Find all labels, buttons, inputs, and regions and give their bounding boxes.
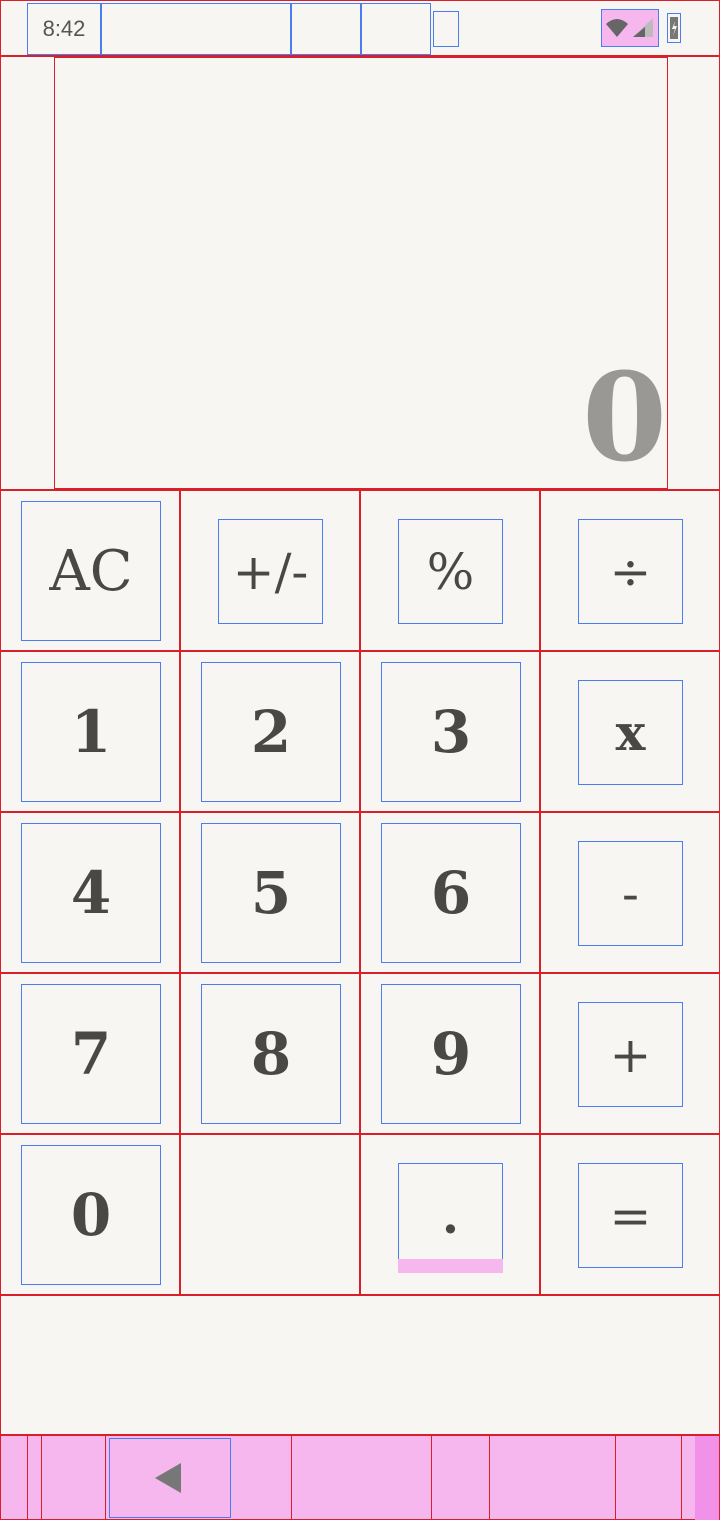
empty-area xyxy=(0,1295,720,1435)
key-cell: AC xyxy=(0,490,180,651)
digit-4-button[interactable]: 4 xyxy=(21,823,161,963)
wifi-icon xyxy=(606,19,628,37)
key-cell: +/- xyxy=(180,490,360,651)
digit-5-button[interactable]: 5 xyxy=(201,823,341,963)
key-cell: 7 xyxy=(0,973,180,1134)
status-slot xyxy=(433,11,459,47)
key-cell: 1 xyxy=(0,651,180,812)
nav-divider xyxy=(105,1436,106,1520)
key-cell: x xyxy=(540,651,720,812)
key-cell: 0 xyxy=(0,1134,180,1295)
add-button[interactable]: + xyxy=(578,1002,683,1107)
nav-divider xyxy=(291,1436,292,1520)
digit-1-button[interactable]: 1 xyxy=(21,662,161,802)
status-slot xyxy=(291,3,361,55)
nav-edge xyxy=(695,1436,719,1520)
key-cell: 3 xyxy=(360,651,540,812)
nav-divider xyxy=(615,1436,616,1520)
status-slot xyxy=(361,3,431,55)
key-cell: - xyxy=(540,812,720,973)
key-cell: 9 xyxy=(360,973,540,1134)
key-cell: % xyxy=(360,490,540,651)
navigation-bar xyxy=(0,1435,720,1520)
key-cell: 2 xyxy=(180,651,360,812)
nav-divider xyxy=(489,1436,490,1520)
keypad: AC +/- % ÷ 1 2 3 x 4 5 6 - 7 8 9 + 0 . = xyxy=(0,490,720,1295)
key-cell: 4 xyxy=(0,812,180,973)
key-cell: ÷ xyxy=(540,490,720,651)
subtract-button[interactable]: - xyxy=(578,841,683,946)
status-bar: 8:42 xyxy=(0,0,720,56)
percent-button[interactable]: % xyxy=(398,519,503,624)
digit-8-button[interactable]: 8 xyxy=(201,984,341,1124)
clear-button[interactable]: AC xyxy=(21,501,161,641)
nav-divider xyxy=(41,1436,42,1520)
status-slot xyxy=(101,3,291,55)
key-cell: = xyxy=(540,1134,720,1295)
signal-icon xyxy=(633,18,653,37)
multiply-button[interactable]: x xyxy=(578,680,683,785)
back-triangle-icon xyxy=(155,1463,181,1493)
key-cell: + xyxy=(540,973,720,1134)
nav-divider xyxy=(431,1436,432,1520)
key-cell: 5 xyxy=(180,812,360,973)
digit-3-button[interactable]: 3 xyxy=(381,662,521,802)
empty-key-cell xyxy=(180,1134,360,1295)
nav-divider xyxy=(27,1436,28,1520)
key-cell: 8 xyxy=(180,973,360,1134)
divide-button[interactable]: ÷ xyxy=(578,519,683,624)
equals-button[interactable]: = xyxy=(578,1163,683,1268)
nav-divider xyxy=(681,1436,682,1520)
decimal-button[interactable]: . xyxy=(398,1163,503,1268)
digit-9-button[interactable]: 9 xyxy=(381,984,521,1124)
back-button[interactable] xyxy=(109,1438,231,1518)
sign-toggle-button[interactable]: +/- xyxy=(218,519,323,624)
digit-0-button[interactable]: 0 xyxy=(21,1145,161,1285)
status-time: 8:42 xyxy=(27,3,101,55)
display-panel: 0 xyxy=(0,56,720,490)
digit-2-button[interactable]: 2 xyxy=(201,662,341,802)
digit-6-button[interactable]: 6 xyxy=(381,823,521,963)
display-value: 0 xyxy=(582,345,667,489)
key-cell: 6 xyxy=(360,812,540,973)
battery-icon xyxy=(667,13,681,43)
decimal-highlight xyxy=(398,1259,503,1273)
key-cell: . xyxy=(360,1134,540,1295)
display-area: 0 xyxy=(54,57,668,489)
digit-7-button[interactable]: 7 xyxy=(21,984,161,1124)
